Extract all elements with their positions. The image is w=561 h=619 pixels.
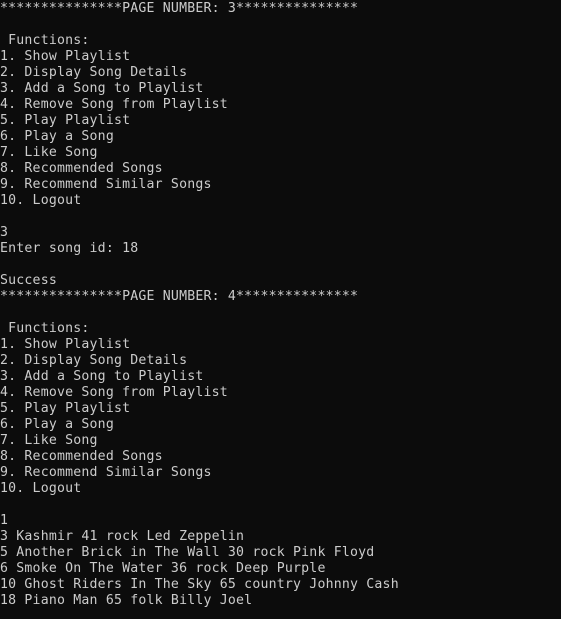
menu-item-logout: 10. Logout — [0, 193, 82, 208]
menu-item-recommend-similar: 9. Recommend Similar Songs — [0, 177, 212, 192]
page-header-line: ***************PAGE NUMBER: 4***********… — [0, 289, 359, 304]
menu-item-recommended-songs: 8. Recommended Songs — [0, 449, 163, 464]
menu-item-play-song: 6. Play a Song — [0, 417, 114, 432]
menu-item-add-song: 3. Add a Song to Playlist — [0, 369, 204, 384]
page-header-line: ***************PAGE NUMBER: 3***********… — [0, 1, 359, 16]
menu-item-recommended-songs: 8. Recommended Songs — [0, 161, 163, 176]
menu-item-display-song-details: 2. Display Song Details — [0, 65, 188, 80]
playlist-entry: 3 Kashmir 41 rock Led Zeppelin — [0, 529, 245, 544]
menu-item-show-playlist: 1. Show Playlist — [0, 337, 131, 352]
song-id-prompt: Enter song id: 18 — [0, 241, 139, 256]
playlist-entry: 5 Another Brick in The Wall 30 rock Pink… — [0, 545, 375, 560]
menu-item-show-playlist: 1. Show Playlist — [0, 49, 131, 64]
menu-item-display-song-details: 2. Display Song Details — [0, 353, 188, 368]
menu-item-add-song: 3. Add a Song to Playlist — [0, 81, 204, 96]
functions-heading: Functions: — [0, 321, 90, 336]
menu-item-remove-song: 4. Remove Song from Playlist — [0, 385, 228, 400]
user-input-line: 3 — [0, 225, 9, 240]
menu-item-recommend-similar: 9. Recommend Similar Songs — [0, 465, 212, 480]
menu-item-like-song: 7. Like Song — [0, 433, 98, 448]
user-input-line: 1 — [0, 513, 9, 528]
playlist-entry: 18 Piano Man 65 folk Billy Joel — [0, 593, 253, 608]
menu-item-play-playlist: 5. Play Playlist — [0, 113, 131, 128]
menu-item-logout: 10. Logout — [0, 481, 82, 496]
playlist-entry: 10 Ghost Riders In The Sky 65 country Jo… — [0, 577, 399, 592]
status-message: Success — [0, 273, 57, 288]
playlist-entry: 6 Smoke On The Water 36 rock Deep Purple — [0, 561, 326, 576]
functions-heading: Functions: — [0, 33, 90, 48]
menu-item-play-playlist: 5. Play Playlist — [0, 401, 131, 416]
menu-item-play-song: 6. Play a Song — [0, 129, 114, 144]
menu-item-like-song: 7. Like Song — [0, 145, 98, 160]
menu-item-remove-song: 4. Remove Song from Playlist — [0, 97, 228, 112]
console-output[interactable]: ***************PAGE NUMBER: 3***********… — [0, 0, 561, 619]
